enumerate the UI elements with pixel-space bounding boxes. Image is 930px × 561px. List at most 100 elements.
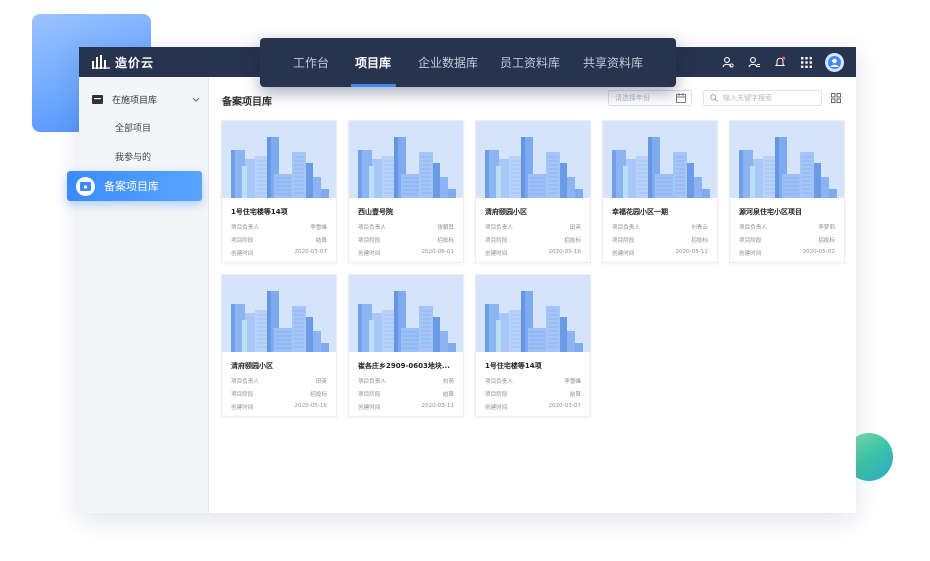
project-created-row: 创建时间 2020-03-07 [231, 249, 327, 258]
project-manager-row: 项目负责人 李雪峰 [485, 377, 581, 386]
project-card[interactable]: 1号住宅楼等14项 项目负责人 李雪峰 项目阶段 结算 创建时间 2020-03… [475, 274, 591, 417]
user-settings-icon[interactable] [721, 55, 735, 69]
sidebar-item-all-projects[interactable]: 全部项目 [115, 121, 151, 134]
project-name: 清府颐园小区 [231, 362, 273, 370]
main-content: 备案项目库 请选择年份 1号住宅楼等14项 项目负责人 李雪峰 项目阶段 结算 [209, 77, 856, 513]
sidebar-item-my-projects[interactable]: 我参与的 [115, 150, 151, 163]
field-value: 结算 [442, 392, 454, 398]
field-label: 创建时间 [739, 251, 762, 257]
field-label: 项目阶段 [612, 238, 635, 244]
project-thumbnail [476, 121, 590, 198]
field-value: 田英 [569, 225, 581, 231]
field-value: 2020-05-16 [294, 403, 327, 409]
nav-tab-project-library[interactable]: 项目库 [355, 54, 391, 71]
project-name: 崔各庄乡2909-0603地块... [358, 362, 450, 370]
project-created-row: 创建时间 2020-03-11 [358, 403, 454, 412]
search-input[interactable] [723, 94, 813, 102]
sidebar-group-in-progress[interactable]: 在施项目库 [92, 91, 200, 107]
field-label: 项目阶段 [231, 392, 254, 398]
field-value: 张朝其 [437, 225, 454, 231]
field-value: 田英 [315, 379, 327, 385]
project-name: 西山壹号院 [358, 208, 393, 216]
search-box [703, 90, 822, 106]
field-label: 项目阶段 [231, 238, 254, 244]
field-value: 2020-06-01 [421, 249, 454, 255]
nav-tab-enterprise-database[interactable]: 企业数据库 [418, 54, 478, 71]
page-title: 备案项目库 [222, 97, 272, 108]
app-window: 造价云 在施项目库 全部项目 我参与的 备案项目库 请选择年份 输入关键字搜索 … [79, 47, 856, 513]
user-list-icon[interactable] [747, 55, 761, 69]
project-manager-row: 项目负责人 田英 [231, 377, 327, 386]
project-manager-row: 项目负责人 刘萌 [358, 377, 454, 386]
project-manager-row: 项目负责人 刘青云 [612, 223, 708, 232]
nav-tab-shared-library[interactable]: 共享资料库 [583, 54, 643, 71]
field-label: 创建时间 [358, 251, 381, 257]
project-thumbnail [222, 275, 336, 352]
field-label: 项目阶段 [485, 392, 508, 398]
field-label: 创建时间 [231, 405, 254, 411]
field-value: 结算 [315, 238, 327, 244]
folder-icon [92, 94, 103, 104]
field-value: 结算 [569, 392, 581, 398]
user-avatar[interactable] [825, 52, 844, 72]
sidebar-item-filed-projects[interactable]: 备案项目库 [67, 171, 202, 201]
project-stage-row: 项目阶段 招投标 [485, 236, 581, 245]
project-name: 1号住宅楼等14项 [231, 208, 288, 216]
nav-tab-staff-library[interactable]: 员工资料库 [500, 54, 560, 71]
logo-text: 造价云 [115, 55, 155, 70]
project-stage-row: 项目阶段 招投标 [358, 236, 454, 245]
year-picker-placeholder: 请选择年份 [615, 94, 650, 102]
project-thumbnail [222, 121, 336, 198]
field-label: 项目阶段 [739, 238, 762, 244]
project-stage-row: 项目阶段 招投标 [612, 236, 708, 245]
apps-grid-icon[interactable] [799, 55, 813, 69]
project-created-row: 创建时间 2020-05-16 [231, 403, 327, 412]
field-label: 项目负责人 [485, 225, 513, 231]
field-label: 项目负责人 [485, 379, 513, 385]
project-name: 1号住宅楼等14项 [485, 362, 542, 370]
project-created-row: 创建时间 2020-06-01 [358, 249, 454, 258]
project-stage-row: 项目阶段 结算 [358, 390, 454, 399]
app-logo[interactable]: 造价云 [91, 53, 154, 71]
grid-view-icon[interactable] [831, 93, 841, 103]
year-picker[interactable]: 请选择年份 [608, 90, 692, 106]
project-card[interactable]: 清府颐园小区 项目负责人 田英 项目阶段 招投标 创建时间 2020-05-16 [475, 120, 591, 263]
search-icon [710, 94, 718, 102]
field-value: 招投标 [437, 238, 454, 244]
field-value: 李梦莉 [818, 225, 835, 231]
project-thumbnail [730, 121, 844, 198]
project-thumbnail [476, 275, 590, 352]
field-value: 刘青云 [691, 225, 708, 231]
project-manager-row: 项目负责人 田英 [485, 223, 581, 232]
project-card[interactable]: 1号住宅楼等14项 项目负责人 李雪峰 项目阶段 结算 创建时间 2020-03… [221, 120, 337, 263]
field-label: 创建时间 [485, 405, 508, 411]
field-value: 2020-03-11 [421, 403, 454, 409]
project-card[interactable]: 清府颐园小区 项目负责人 田英 项目阶段 招投标 创建时间 2020-05-16 [221, 274, 337, 417]
field-label: 创建时间 [612, 251, 635, 257]
field-value: 2020-03-07 [548, 403, 581, 409]
project-card[interactable]: 崔各庄乡2909-0603地块... 项目负责人 刘萌 项目阶段 结算 创建时间… [348, 274, 464, 417]
field-label: 项目负责人 [739, 225, 767, 231]
calendar-icon [676, 93, 686, 103]
field-value: 招投标 [818, 238, 835, 244]
project-stage-row: 项目阶段 结算 [231, 236, 327, 245]
project-stage-row: 项目阶段 招投标 [231, 390, 327, 399]
project-name: 源河泉住宅小区项目 [739, 208, 802, 216]
project-created-row: 创建时间 2020-05-02 [739, 249, 835, 258]
project-manager-row: 项目负责人 李梦莉 [739, 223, 835, 232]
sidebar-active-label: 备案项目库 [104, 180, 159, 193]
top-navigation: 工作台 项目库 企业数据库 员工资料库 共享资料库 [260, 38, 676, 87]
field-label: 项目负责人 [231, 225, 259, 231]
sidebar: 在施项目库 全部项目 我参与的 [79, 77, 209, 513]
bell-icon[interactable] [773, 55, 787, 69]
project-created-row: 创建时间 2020-05-16 [485, 249, 581, 258]
project-thumbnail [349, 121, 463, 198]
project-card[interactable]: 幸福花园小区一期 项目负责人 刘青云 项目阶段 招投标 创建时间 2020-05… [602, 120, 718, 263]
project-card[interactable]: 源河泉住宅小区项目 项目负责人 李梦莉 项目阶段 招投标 创建时间 2020-0… [729, 120, 845, 263]
field-value: 李雪峰 [564, 379, 581, 385]
nav-tab-workbench[interactable]: 工作台 [293, 54, 329, 71]
project-created-row: 创建时间 2020-03-07 [485, 403, 581, 412]
field-label: 创建时间 [358, 405, 381, 411]
project-card[interactable]: 西山壹号院 项目负责人 张朝其 项目阶段 招投标 创建时间 2020-06-01 [348, 120, 464, 263]
field-label: 项目阶段 [358, 392, 381, 398]
